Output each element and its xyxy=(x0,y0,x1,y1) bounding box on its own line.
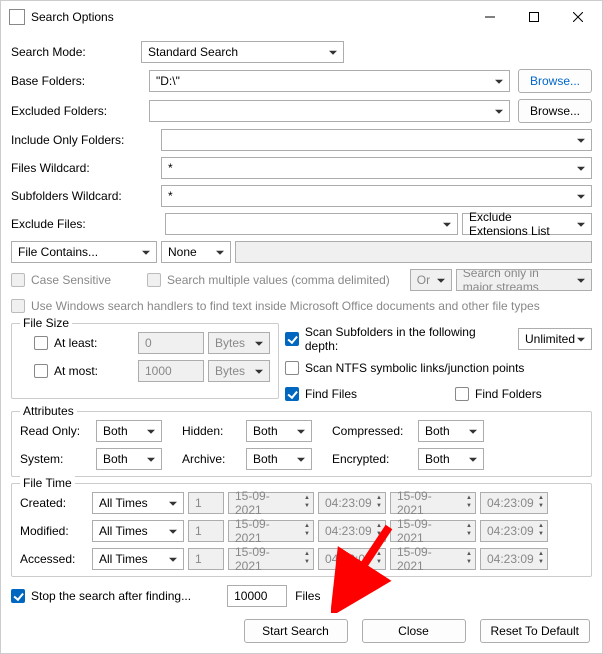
exclude-files-label: Exclude Files: xyxy=(11,217,161,231)
subfolders-wildcard-input[interactable]: * xyxy=(161,185,592,207)
file-contains-value-input[interactable] xyxy=(235,241,592,263)
search-major-select[interactable]: Search only in major streams xyxy=(456,269,592,291)
subfolders-wildcard-label: Subfolders Wildcard: xyxy=(11,189,161,203)
read-only-label: Read Only: xyxy=(20,424,92,438)
modified-label: Modified: xyxy=(20,524,88,538)
scan-ntfs-checkbox[interactable]: Scan NTFS symbolic links/junction points xyxy=(285,361,524,375)
at-most-input[interactable]: 1000 xyxy=(138,360,204,382)
browse-excluded-button[interactable]: Browse... xyxy=(518,99,592,123)
accessed-time2-input[interactable]: 04:23:09 xyxy=(480,548,548,570)
start-search-button[interactable]: Start Search xyxy=(244,619,348,643)
include-only-input[interactable] xyxy=(161,129,592,151)
exclude-files-input[interactable] xyxy=(165,213,458,235)
search-multiple-checkbox[interactable]: Search multiple values (comma delimited) xyxy=(147,273,390,287)
browse-base-button[interactable]: Browse... xyxy=(518,69,592,93)
win-handlers-checkbox[interactable]: Use Windows search handlers to find text… xyxy=(11,299,540,313)
excluded-folders-input[interactable] xyxy=(149,100,510,122)
at-most-checkbox[interactable]: At most: xyxy=(34,364,98,378)
search-mode-label: Search Mode: xyxy=(11,45,141,59)
modified-time1-input[interactable]: 04:23:09 xyxy=(318,520,386,542)
system-select[interactable]: Both xyxy=(96,448,162,470)
compressed-select[interactable]: Both xyxy=(418,420,484,442)
read-only-select[interactable]: Both xyxy=(96,420,162,442)
at-least-checkbox[interactable]: At least: xyxy=(34,336,97,350)
include-only-label: Include Only Folders: xyxy=(11,133,161,147)
created-time2-input[interactable]: 04:23:09 xyxy=(480,492,548,514)
find-files-checkbox[interactable]: Find Files xyxy=(285,387,357,401)
encrypted-select[interactable]: Both xyxy=(418,448,484,470)
exclude-extensions-select[interactable]: Exclude Extensions List xyxy=(462,213,592,235)
minimize-button[interactable] xyxy=(468,2,512,32)
window-title: Search Options xyxy=(31,10,468,24)
base-folders-label: Base Folders: xyxy=(11,74,141,88)
modified-date2-input[interactable]: 15-09-2021 xyxy=(390,520,476,542)
excluded-folders-label: Excluded Folders: xyxy=(11,104,141,118)
files-label: Files xyxy=(295,589,320,603)
reset-button[interactable]: Reset To Default xyxy=(480,619,591,643)
accessed-time1-input[interactable]: 04:23:09 xyxy=(318,548,386,570)
case-sensitive-checkbox[interactable]: Case Sensitive xyxy=(11,273,111,287)
encrypted-label: Encrypted: xyxy=(332,452,414,466)
modified-date1-input[interactable]: 15-09-2021 xyxy=(228,520,314,542)
archive-label: Archive: xyxy=(182,452,242,466)
accessed-n-input[interactable]: 1 xyxy=(188,548,224,570)
created-mode-select[interactable]: All Times xyxy=(92,492,184,514)
find-folders-checkbox[interactable]: Find Folders xyxy=(455,387,542,401)
archive-select[interactable]: Both xyxy=(246,448,312,470)
stop-count-input[interactable]: 10000 xyxy=(227,585,287,607)
depth-select[interactable]: Unlimited xyxy=(518,328,592,350)
attributes-legend: Attributes xyxy=(20,404,77,418)
files-wildcard-input[interactable]: * xyxy=(161,157,592,179)
hidden-select[interactable]: Both xyxy=(246,420,312,442)
multiple-op-select[interactable]: Or xyxy=(410,269,452,291)
file-contains-mode-select[interactable]: None xyxy=(161,241,231,263)
compressed-label: Compressed: xyxy=(332,424,414,438)
base-folders-input[interactable]: "D:\" xyxy=(149,70,510,92)
scan-subfolders-checkbox[interactable]: Scan Subfolders in the following depth: xyxy=(285,325,510,353)
accessed-date2-input[interactable]: 15-09-2021 xyxy=(390,548,476,570)
at-least-unit-select[interactable]: Bytes xyxy=(208,332,270,354)
at-most-unit-select[interactable]: Bytes xyxy=(208,360,270,382)
app-icon xyxy=(9,9,25,25)
accessed-date1-input[interactable]: 15-09-2021 xyxy=(228,548,314,570)
system-label: System: xyxy=(20,452,92,466)
created-n-input[interactable]: 1 xyxy=(188,492,224,514)
accessed-mode-select[interactable]: All Times xyxy=(92,548,184,570)
created-label: Created: xyxy=(20,496,88,510)
files-wildcard-label: Files Wildcard: xyxy=(11,161,161,175)
close-button[interactable]: Close xyxy=(362,619,466,643)
file-size-legend: File Size xyxy=(20,316,72,330)
accessed-label: Accessed: xyxy=(20,552,88,566)
maximize-button[interactable] xyxy=(512,2,556,32)
at-least-input[interactable]: 0 xyxy=(138,332,204,354)
close-window-button[interactable] xyxy=(556,2,600,32)
file-time-legend: File Time xyxy=(20,476,75,490)
created-date1-input[interactable]: 15-09-2021 xyxy=(228,492,314,514)
created-time1-input[interactable]: 04:23:09 xyxy=(318,492,386,514)
created-date2-input[interactable]: 15-09-2021 xyxy=(390,492,476,514)
stop-after-checkbox[interactable]: Stop the search after finding... xyxy=(11,589,191,603)
modified-n-input[interactable]: 1 xyxy=(188,520,224,542)
hidden-label: Hidden: xyxy=(182,424,242,438)
modified-time2-input[interactable]: 04:23:09 xyxy=(480,520,548,542)
search-mode-select[interactable]: Standard Search xyxy=(141,41,344,63)
modified-mode-select[interactable]: All Times xyxy=(92,520,184,542)
file-contains-select[interactable]: File Contains... xyxy=(11,241,157,263)
